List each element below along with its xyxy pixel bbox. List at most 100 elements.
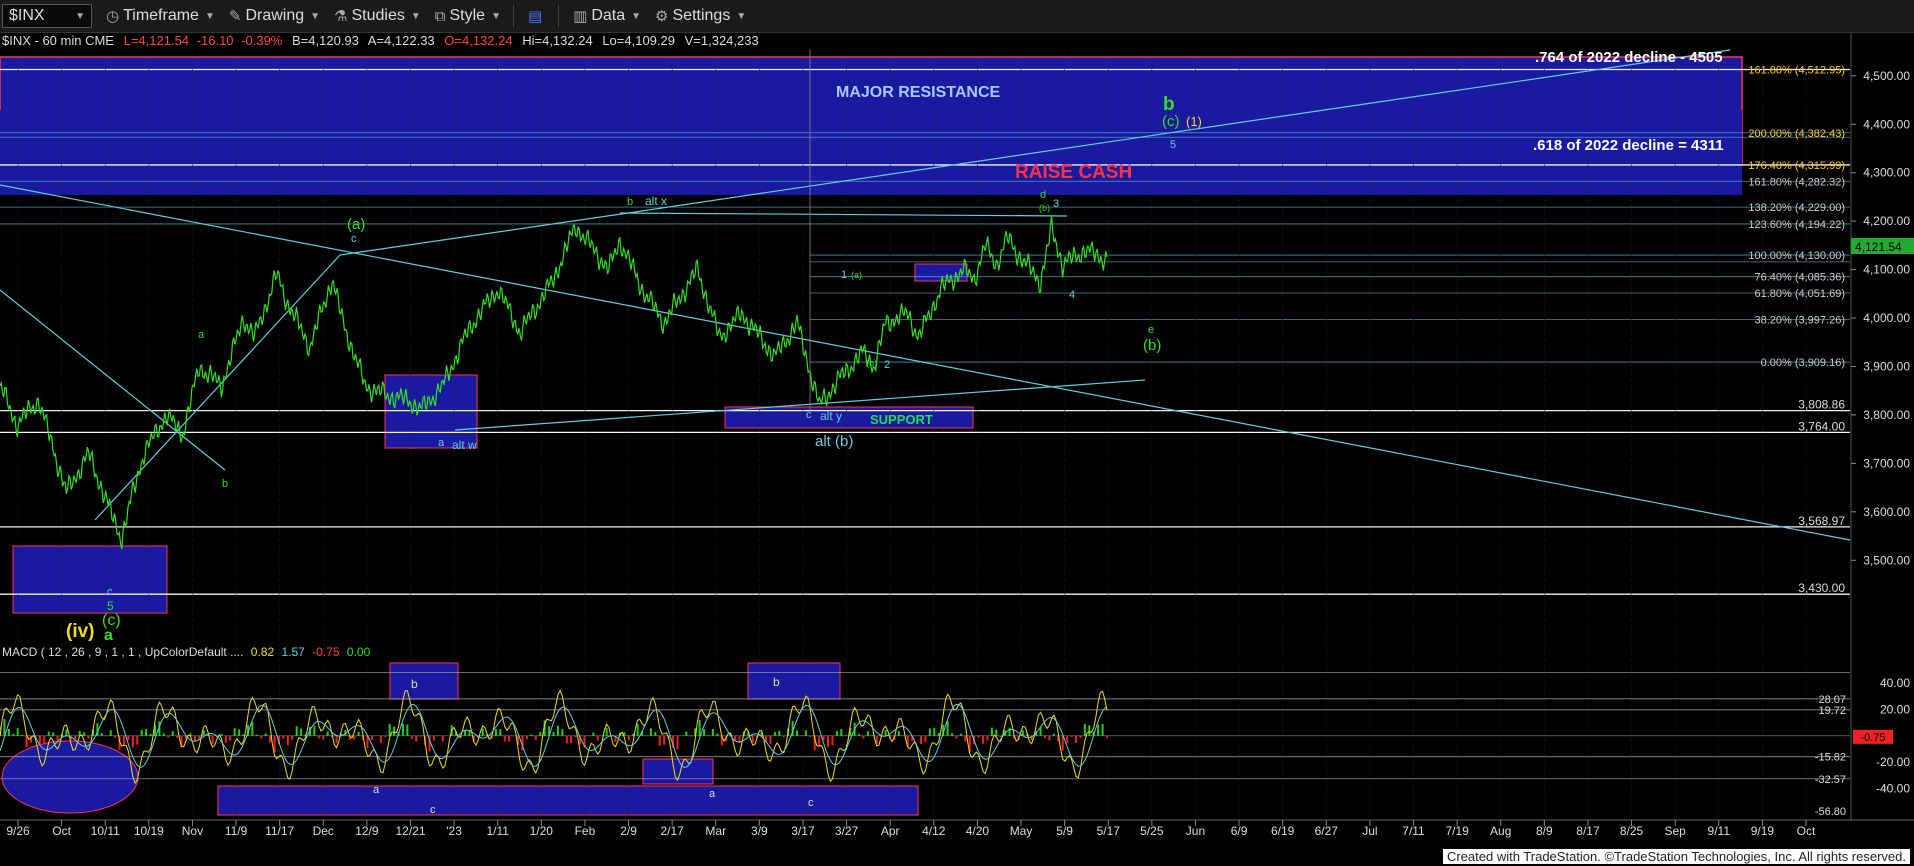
time-tick-label: 3/9 — [751, 824, 768, 838]
resistance-box-lower — [0, 110, 1742, 195]
trend-line — [0, 184, 1851, 541]
chevron-down-icon: ▼ — [204, 10, 215, 22]
time-tick-label: 1/20 — [530, 824, 554, 838]
macd-c2-label: c — [808, 797, 814, 809]
time-tick-label: 9/19 — [1751, 824, 1775, 838]
quote-high: Hi=4,132.24 — [522, 33, 592, 48]
time-tick-label: Sep — [1664, 824, 1686, 838]
macd-name: MACD ( 12 , 26 , 9 , 1 , 1 , UpColorDefa… — [2, 645, 243, 659]
alt-w-label: alt w — [452, 438, 477, 452]
macd-tick-label: -40.00 — [1876, 782, 1910, 796]
wave-a-paren-label: (a) — [347, 216, 365, 233]
macd-tick-label: 40.00 — [1880, 676, 1910, 690]
macd-level-label: -56.80 — [1815, 806, 1846, 818]
macd-label: MACD ( 12 , 26 , 9 , 1 , 1 , UpColorDefa… — [2, 645, 371, 659]
wave-1-paren-label: (1) — [1186, 114, 1202, 129]
drawing-label: Drawing — [245, 7, 305, 24]
time-tick-label: 12/21 — [395, 824, 425, 838]
quote-low: Lo=4,109.29 — [602, 33, 675, 48]
macd-ellipse — [1, 740, 139, 814]
time-tick-label: 8/25 — [1620, 824, 1644, 838]
chevron-down-icon: ▼ — [736, 10, 747, 22]
time-tick-label: '23 — [446, 824, 462, 838]
time-tick-label: 7/11 — [1402, 824, 1425, 838]
fib-label: 123.60% (4,194.22) — [1748, 219, 1845, 231]
time-tick-label: 6/9 — [1231, 824, 1248, 838]
level-label: 3,430.00 — [1798, 581, 1845, 595]
time-tick-label: 2/17 — [660, 824, 684, 838]
time-tick-label: Feb — [575, 824, 596, 838]
major-resistance-label: MAJOR RESISTANCE — [836, 84, 1000, 101]
wave-e-label: e — [1148, 324, 1154, 336]
wave-2-label: 2 — [884, 359, 890, 371]
chevron-down-icon: ▼ — [310, 10, 321, 22]
time-tick-label: 9/11 — [1708, 824, 1731, 838]
price-tick-label: 3,800.00 — [1863, 408, 1910, 422]
macd-a1-label: a — [373, 784, 380, 796]
fib-label: 200.00% (4,382.43) — [1748, 128, 1845, 140]
time-tick-label: 6/27 — [1315, 824, 1339, 838]
macd-panel — [0, 672, 1850, 785]
time-tick-label: 5/17 — [1097, 824, 1121, 838]
time-tick-label: Dec — [313, 824, 334, 838]
time-tick-label: 4/12 — [922, 824, 946, 838]
price-chart[interactable]: $INX - 60 min CME L=4,121.54 -16.10 -0.3… — [0, 33, 1914, 866]
time-tick-label: 5/25 — [1140, 824, 1164, 838]
layout-button[interactable]: ▤ — [528, 7, 546, 25]
toolbar: $INX ▼ ◷ Timeframe ▼ ✎ Drawing ▼ ⚗ Studi… — [0, 0, 1914, 33]
alt-b-label: alt (b) — [815, 433, 853, 450]
fib-label: 61.80% (4,051.69) — [1754, 288, 1845, 300]
chevron-down-icon: ▼ — [491, 10, 501, 22]
data-label: Data — [591, 7, 626, 24]
trend-line — [94, 254, 341, 521]
macd-tick-label: 20.00 — [1880, 702, 1910, 716]
wave-3-label: 3 — [1053, 198, 1059, 210]
price-tick-label: 4,100.00 — [1863, 263, 1910, 277]
quote-ask: A=4,122.33 — [368, 33, 435, 48]
quote-last: L=4,121.54 — [124, 33, 189, 48]
toolbar-divider — [558, 5, 560, 27]
macd-value-2: 1.57 — [281, 645, 305, 659]
alt-y-label: alt y — [820, 409, 842, 423]
clock-icon: ◷ — [106, 8, 120, 25]
symbol-label: $INX — [9, 7, 45, 24]
quote-name: $INX - 60 min CME — [2, 33, 114, 48]
flask-icon: ⚗ — [334, 8, 348, 25]
symbol-selector[interactable]: $INX ▼ — [2, 4, 92, 28]
settings-label: Settings — [672, 7, 731, 24]
time-tick-label: 6/19 — [1271, 824, 1295, 838]
macd-value-1: 0.82 — [251, 645, 275, 659]
studies-menu[interactable]: ⚗ Studies ▼ — [334, 7, 421, 25]
style-menu[interactable]: ⧉ Style ▼ — [435, 7, 501, 25]
price-tick-label: 4,000.00 — [1863, 311, 1910, 325]
raise-cash-label: RAISE CASH — [1015, 162, 1132, 183]
data-menu[interactable]: ▥ Data ▼ — [573, 7, 641, 25]
macd-box-a2 — [642, 758, 714, 785]
quote-line: $INX - 60 min CME L=4,121.54 -16.10 -0.3… — [2, 33, 759, 48]
macd-b2-label: b — [773, 675, 780, 689]
level-label: 3,808.86 — [1798, 398, 1845, 412]
footer-credit: Created with TradeStation. ©TradeStation… — [1442, 849, 1910, 864]
support-label: SUPPORT — [870, 412, 933, 427]
quote-change: -16.10 — [197, 33, 234, 48]
wave-5-bottom-label: 5 — [107, 599, 114, 613]
settings-menu[interactable]: ⚙ Settings ▼ — [655, 7, 746, 25]
time-tick-label: 3/27 — [835, 824, 859, 838]
time-tick-label: 7/19 — [1445, 824, 1469, 838]
wave-5-top-label: 5 — [1170, 139, 1176, 151]
price-tick-label: 4,500.00 — [1863, 69, 1910, 83]
drawing-menu[interactable]: ✎ Drawing ▼ — [229, 7, 320, 25]
fib-label: 176.40% (4,315.99) — [1748, 160, 1845, 172]
layout-icon: ▤ — [527, 8, 543, 25]
macd-c1-label: c — [430, 804, 436, 816]
time-tick-label: 10/11 — [91, 824, 120, 838]
time-tick-label: Apr — [881, 824, 900, 838]
fib-label: 161.80% (4,282.32) — [1748, 176, 1845, 188]
time-tick-label: 10/19 — [134, 824, 164, 838]
time-tick-label: Aug — [1490, 824, 1511, 838]
timeframe-menu[interactable]: ◷ Timeframe ▼ — [106, 7, 215, 25]
macd-level-label: 19.72 — [1818, 705, 1846, 717]
time-tick-label: 1/11 — [486, 824, 509, 838]
time-tick-label: 11/9 — [225, 824, 248, 838]
time-tick-label: 5/9 — [1056, 824, 1073, 838]
